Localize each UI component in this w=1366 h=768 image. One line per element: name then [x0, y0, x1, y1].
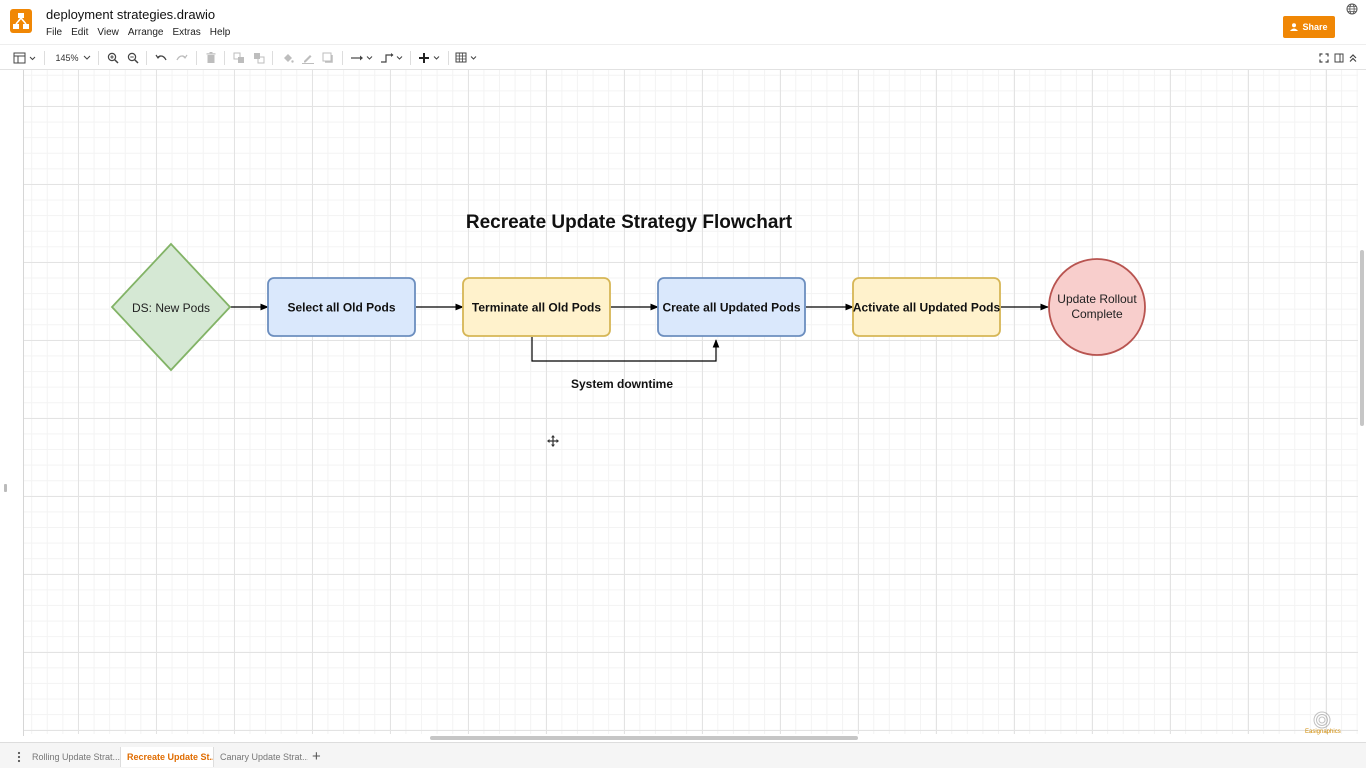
step-activate-updated-pods[interactable]: Activate all Updated Pods	[852, 277, 1001, 337]
tab-canary-update[interactable]: Canary Update Strat...	[214, 747, 308, 767]
end-label-line2: Complete	[1071, 307, 1123, 321]
decision-label: DS: New Pods	[132, 301, 210, 315]
step-create-updated-pods[interactable]: Create all Updated Pods	[657, 277, 806, 337]
step-label: Terminate all Old Pods	[472, 301, 601, 315]
flowchart: Recreate Update Strategy Flowchart DS: N…	[110, 212, 1146, 447]
page-tab-bar: Rolling Update Strat... Recreate Update …	[0, 742, 1366, 768]
step-label: Create all Updated Pods	[662, 301, 800, 315]
decision-node[interactable]: DS: New Pods	[110, 242, 232, 372]
step-label: Select all Old Pods	[287, 301, 395, 315]
kebab-menu-icon[interactable]	[16, 751, 22, 763]
end-label-line1: Update Rollout	[1057, 292, 1137, 306]
step-terminate-old-pods[interactable]: Terminate all Old Pods	[462, 277, 611, 337]
move-cursor-icon	[547, 435, 559, 447]
end-node[interactable]: Update Rollout Complete	[1048, 258, 1146, 356]
watermark-text: Easignaphics	[1305, 729, 1341, 735]
downtime-annotation[interactable]: System downtime	[571, 377, 673, 391]
step-select-old-pods[interactable]: Select all Old Pods	[267, 277, 416, 337]
add-page-button[interactable]: +	[312, 748, 321, 765]
step-label: Activate all Updated Pods	[853, 301, 1001, 315]
horizontal-scrollbar[interactable]	[430, 736, 858, 740]
downtime-bracket[interactable]	[531, 337, 720, 362]
tab-recreate-update[interactable]: Recreate Update St...	[120, 747, 214, 767]
tab-rolling-update[interactable]: Rolling Update Strat...	[26, 747, 120, 767]
flowchart-title[interactable]: Recreate Update Strategy Flowchart	[466, 212, 793, 233]
